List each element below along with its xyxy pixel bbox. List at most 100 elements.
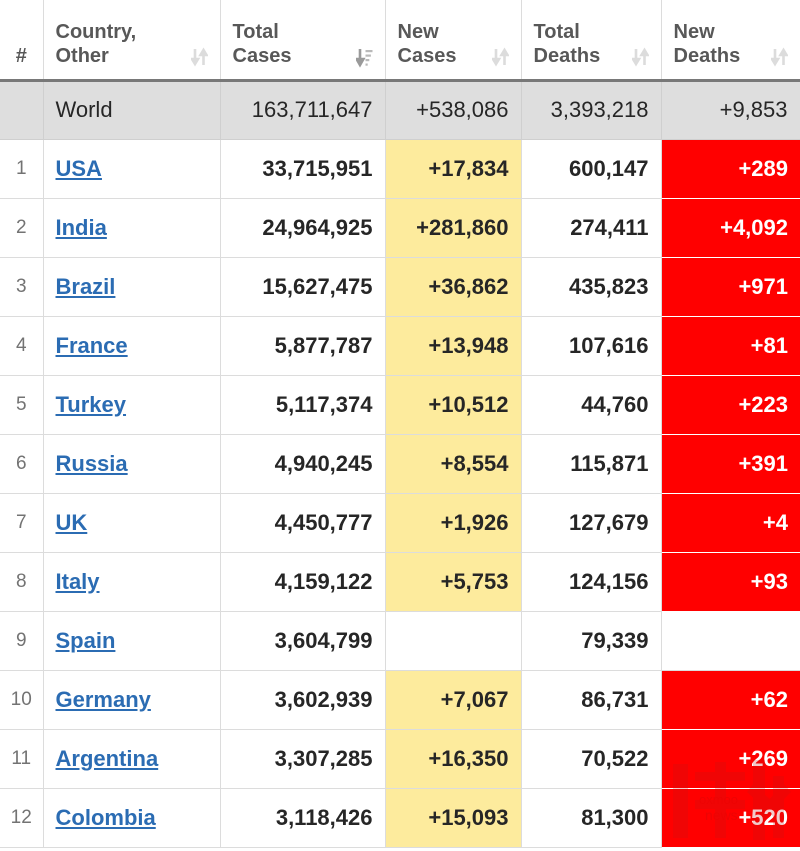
- table-row: 11 Argentina 3,307,285 +16,350 70,522 +269: [0, 729, 800, 789]
- column-header-new-deaths-label: New Deaths: [674, 20, 741, 69]
- cell-total-cases: 24,964,925: [220, 198, 386, 258]
- table-header-row: # Country, Other Total Cases New Cases T…: [0, 0, 800, 82]
- cell-new-cases: +10,512: [385, 375, 522, 435]
- table-row: 2 India 24,964,925 +281,860 274,411 +4,092: [0, 198, 800, 258]
- cell-country[interactable]: Argentina: [43, 729, 221, 789]
- sort-both-icon[interactable]: [771, 46, 788, 68]
- cell-new-deaths: +391: [661, 434, 800, 494]
- cell-rank: [0, 80, 44, 140]
- column-header-total-cases-label: Total Cases: [233, 20, 292, 69]
- table-row: 10 Germany 3,602,939 +7,067 86,731 +62: [0, 670, 800, 730]
- cell-total-cases: 4,940,245: [220, 434, 386, 494]
- cell-country[interactable]: Germany: [43, 670, 221, 730]
- new-deaths-label-line2: Deaths: [673, 45, 741, 68]
- column-header-rank-label: #: [15, 45, 27, 68]
- country-link[interactable]: Russia: [56, 451, 128, 476]
- cell-total-cases: 3,118,426: [220, 788, 386, 848]
- cell-new-cases: +5,753: [385, 552, 522, 612]
- table-row: 3 Brazil 15,627,475 +36,862 435,823 +971: [0, 257, 800, 317]
- country-link[interactable]: Brazil: [56, 274, 116, 299]
- cell-country[interactable]: Italy: [43, 552, 221, 612]
- new-cases-label-line2: Cases: [397, 45, 457, 68]
- cell-country[interactable]: Colombia: [43, 788, 221, 848]
- table-row: 12 Colombia 3,118,426 +15,093 81,300 +520: [0, 788, 800, 848]
- sort-descending-icon[interactable]: [355, 46, 373, 68]
- column-header-new-cases[interactable]: New Cases: [385, 0, 522, 82]
- cell-country[interactable]: UK: [43, 493, 221, 553]
- cell-new-deaths: +289: [661, 139, 800, 199]
- cell-total-cases: 3,602,939: [220, 670, 386, 730]
- table-row: 1 USA 33,715,951 +17,834 600,147 +289: [0, 139, 800, 199]
- cell-country: World: [43, 80, 221, 140]
- country-link[interactable]: Italy: [56, 569, 100, 594]
- column-header-total-deaths[interactable]: Total Deaths: [521, 0, 662, 82]
- cell-rank: 6: [0, 434, 44, 494]
- cell-new-deaths: +62: [661, 670, 800, 730]
- sort-both-icon[interactable]: [190, 46, 208, 68]
- table-row: 5 Turkey 5,117,374 +10,512 44,760 +223: [0, 375, 800, 435]
- cell-rank: 8: [0, 552, 44, 612]
- column-header-rank[interactable]: #: [0, 0, 44, 82]
- column-header-total-deaths-label: Total Deaths: [534, 20, 601, 69]
- cell-new-cases: +7,067: [385, 670, 522, 730]
- column-header-new-deaths[interactable]: New Deaths: [661, 0, 800, 82]
- cell-total-deaths: 79,339: [521, 611, 662, 671]
- total-cases-label-line2: Cases: [232, 45, 292, 68]
- cell-new-deaths: +971: [661, 257, 800, 317]
- cell-total-cases: 5,877,787: [220, 316, 386, 376]
- sort-both-icon[interactable]: [491, 46, 509, 68]
- cell-rank: 5: [0, 375, 44, 435]
- cell-total-deaths: 81,300: [521, 788, 662, 848]
- column-header-country[interactable]: Country, Other: [43, 0, 221, 82]
- table-container: # Country, Other Total Cases New Cases T…: [0, 0, 800, 848]
- cell-new-deaths: +9,853: [661, 80, 800, 140]
- cell-country[interactable]: Spain: [43, 611, 221, 671]
- cell-country[interactable]: USA: [43, 139, 221, 199]
- new-cases-label-line1: New: [397, 20, 439, 43]
- table-row: 4 France 5,877,787 +13,948 107,616 +81: [0, 316, 800, 376]
- sort-both-icon[interactable]: [631, 46, 649, 68]
- column-header-new-cases-label: New Cases: [398, 20, 457, 69]
- cell-new-cases: +8,554: [385, 434, 522, 494]
- cell-total-deaths: 115,871: [521, 434, 662, 494]
- cell-total-cases: 4,159,122: [220, 552, 386, 612]
- coronavirus-cases-table: # Country, Other Total Cases New Cases T…: [0, 0, 800, 848]
- cell-new-deaths: +4: [661, 493, 800, 553]
- country-link[interactable]: UK: [56, 510, 88, 535]
- cell-rank: 3: [0, 257, 44, 317]
- cell-total-deaths: 435,823: [521, 257, 662, 317]
- cell-total-deaths: 124,156: [521, 552, 662, 612]
- country-link[interactable]: Germany: [56, 687, 151, 712]
- cell-country[interactable]: India: [43, 198, 221, 258]
- cell-country[interactable]: Turkey: [43, 375, 221, 435]
- column-header-total-cases[interactable]: Total Cases: [220, 0, 386, 82]
- cell-total-deaths: 127,679: [521, 493, 662, 553]
- cell-new-cases: +538,086: [385, 80, 522, 140]
- cell-total-deaths: 107,616: [521, 316, 662, 376]
- cell-country[interactable]: France: [43, 316, 221, 376]
- country-link[interactable]: Turkey: [56, 392, 127, 417]
- cell-total-deaths: 44,760: [521, 375, 662, 435]
- country-link[interactable]: India: [56, 215, 107, 240]
- cell-country[interactable]: Russia: [43, 434, 221, 494]
- country-link[interactable]: Colombia: [56, 805, 156, 830]
- cell-new-deaths: +520: [661, 788, 800, 848]
- table-row: 7 UK 4,450,777 +1,926 127,679 +4: [0, 493, 800, 553]
- country-label-line2: Other: [55, 45, 109, 68]
- cell-rank: 7: [0, 493, 44, 553]
- cell-total-cases: 3,604,799: [220, 611, 386, 671]
- table-header: # Country, Other Total Cases New Cases T…: [0, 0, 800, 82]
- country-link[interactable]: USA: [56, 156, 102, 181]
- total-cases-label-line1: Total: [232, 20, 279, 43]
- cell-rank: 1: [0, 139, 44, 199]
- cell-new-cases: +17,834: [385, 139, 522, 199]
- cell-total-deaths: 3,393,218: [521, 80, 662, 140]
- cell-country[interactable]: Brazil: [43, 257, 221, 317]
- country-link[interactable]: Argentina: [56, 746, 159, 771]
- country-link[interactable]: France: [56, 333, 128, 358]
- cell-new-deaths: +81: [661, 316, 800, 376]
- cell-total-cases: 15,627,475: [220, 257, 386, 317]
- cell-new-cases: +281,860: [385, 198, 522, 258]
- country-link[interactable]: Spain: [56, 628, 116, 653]
- cell-new-cases: [385, 611, 522, 671]
